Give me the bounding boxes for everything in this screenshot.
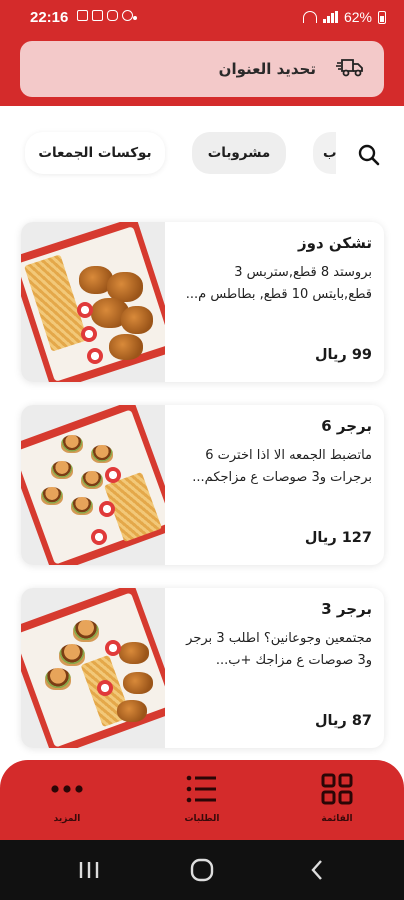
home-icon [190, 858, 214, 882]
product-price: 127 ريال [304, 530, 372, 546]
search-icon [358, 144, 380, 166]
search-button[interactable] [354, 140, 384, 170]
product-description: مجتمعين وجوعانين؟ اطلب 3 برجر و3 صوصات ع… [186, 631, 372, 668]
whatsapp-notification-icon [122, 10, 133, 21]
product-card[interactable]: تشكن دوز بروستد 8 قطع,ستربس 3 قطع,بايتس … [21, 222, 384, 382]
product-price: 99 ريال [314, 347, 372, 363]
recent-apps-icon [79, 862, 99, 878]
signal-icon [322, 11, 338, 23]
set-address-button[interactable]: تحديد العنوان [20, 41, 384, 97]
product-info: برجر 3 مجتمعين وجوعانين؟ اطلب 3 برجر و3 … [173, 588, 372, 748]
nav-label: القائمة [321, 814, 353, 824]
product-info: برجر 6 ماتضبط الجمعه الا اذا اخترت 6 برج… [173, 405, 372, 565]
product-title: برجر 6 [321, 417, 372, 435]
category-chip-label: مشروبات [207, 145, 271, 161]
burger-box-3-image [21, 588, 165, 748]
gallery-notification-icon [77, 10, 88, 21]
category-chip-partial[interactable]: ب [313, 132, 336, 174]
category-chip-label: ب [323, 145, 336, 161]
recent-apps-button[interactable] [74, 857, 104, 883]
nav-label: المزيد [53, 814, 81, 824]
product-title: تشكن دوز [298, 234, 372, 252]
product-description: بروستد 8 قطع,ستربس 3 قطع,بايتس 10 قطع, ب… [185, 265, 372, 302]
category-chip-label: بوكسات الجمعات [38, 145, 152, 161]
product-title: برجر 3 [321, 600, 372, 618]
back-button[interactable] [302, 857, 332, 883]
address-label: تحديد العنوان [218, 60, 316, 78]
back-icon [311, 860, 322, 880]
bottom-navigation: القائمة الطلبات المزيد [0, 760, 404, 840]
list-icon [185, 772, 219, 806]
product-description: ماتضبط الجمعه الا اذا اخترت 6 برجرات و3 … [192, 448, 372, 485]
app-header: 22:16 62% تحديد العنوان [0, 0, 404, 106]
battery-icon [378, 10, 386, 24]
more-dots-icon [50, 772, 84, 806]
burger-box-6-image [21, 405, 165, 565]
status-time: 22:16 [30, 9, 69, 26]
category-chip-drinks[interactable]: مشروبات [192, 132, 286, 174]
instagram-notification-icon [107, 10, 118, 21]
nav-item-menu[interactable]: القائمة [297, 772, 377, 832]
status-bar: 22:16 62% [0, 0, 404, 36]
notification-icons [77, 10, 133, 21]
home-button[interactable] [187, 857, 217, 883]
product-info: تشكن دوز بروستد 8 قطع,ستربس 3 قطع,بايتس … [173, 222, 372, 382]
product-card[interactable]: برجر 3 مجتمعين وجوعانين؟ اطلب 3 برجر و3 … [21, 588, 384, 748]
delivery-truck-icon [336, 56, 364, 82]
system-navigation-bar [0, 840, 404, 900]
email-notification-icon [92, 10, 103, 21]
nav-item-more[interactable]: المزيد [27, 772, 107, 832]
system-indicators: 62% [302, 9, 386, 25]
more-notifications-dot [133, 16, 137, 20]
wifi-icon [302, 11, 317, 23]
category-chip-boxes[interactable]: بوكسات الجمعات [25, 132, 165, 174]
fried-chicken-box-image [21, 222, 165, 382]
product-price: 87 ريال [314, 713, 372, 729]
product-card[interactable]: برجر 6 ماتضبط الجمعه الا اذا اخترت 6 برج… [21, 405, 384, 565]
grid-menu-icon [320, 772, 354, 806]
nav-item-orders[interactable]: الطلبات [162, 772, 242, 832]
nav-label: الطلبات [184, 814, 220, 824]
battery-percent: 62% [343, 9, 372, 25]
